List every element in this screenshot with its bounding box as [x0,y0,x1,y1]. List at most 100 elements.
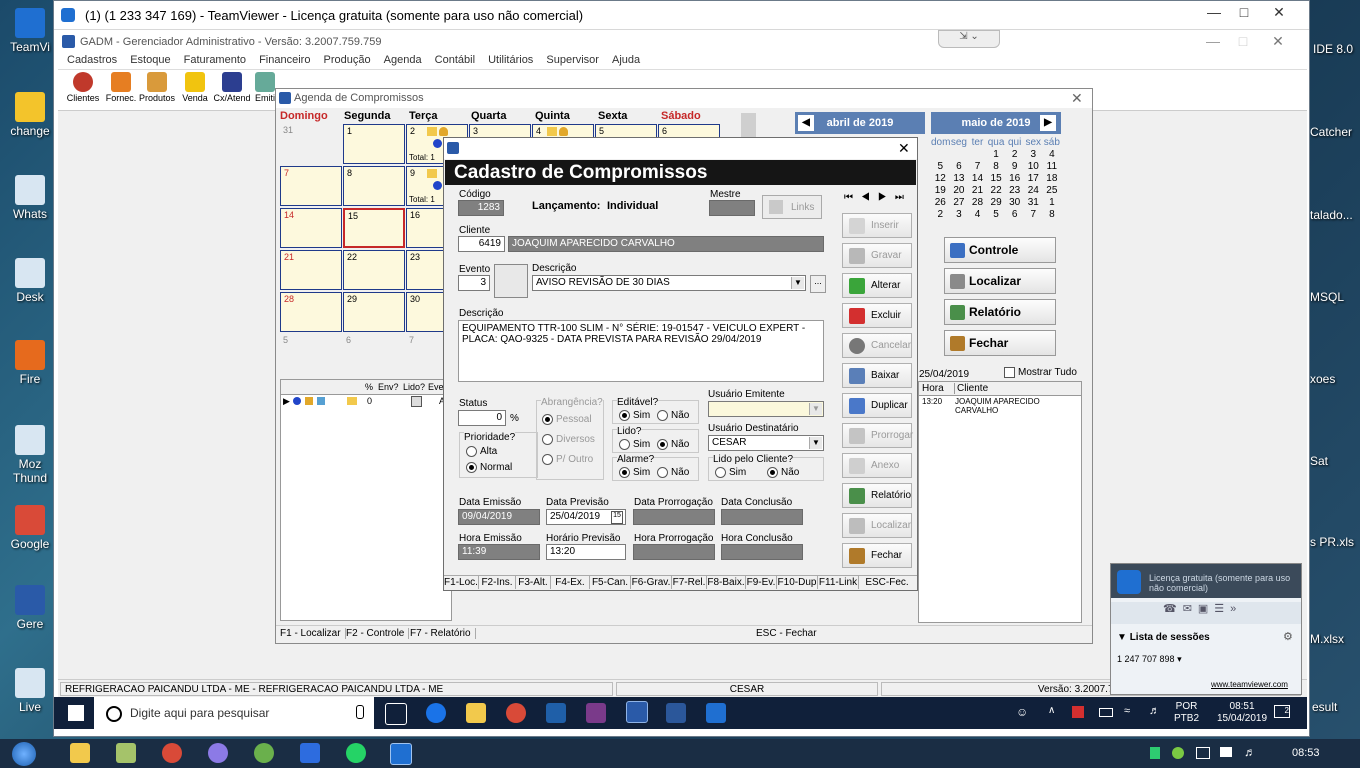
tray-shield-icon[interactable] [1150,747,1160,759]
calendar-day[interactable]: 5 [280,334,342,374]
lido-cliente-nao-radio[interactable]: Não [767,467,799,478]
mini-calendar-week[interactable]: 12 13 14 15 16 17 18 [931,173,1061,184]
wifi-icon[interactable]: ≈ [1124,705,1130,717]
alterar-button[interactable]: Alterar [842,273,912,298]
files-icon[interactable] [116,743,136,763]
menu-estoque[interactable]: Estoque [130,54,170,66]
gear-icon[interactable]: ⚙ [1283,630,1293,643]
descricao-evento-browse-button[interactable]: ... [810,275,826,293]
excluir-button[interactable]: Excluir [842,303,912,328]
desktop-icon-teamviewer[interactable]: TeamVi [2,8,58,54]
outlook-icon[interactable] [546,703,566,723]
mini-calendar-week[interactable]: 1234 [931,149,1061,160]
clock[interactable]: 08:51 15/04/2019 [1217,701,1267,725]
word-icon[interactable] [666,703,686,723]
app-icon[interactable] [586,703,606,723]
session-item[interactable]: 1 247 707 898 ▾ [1117,654,1182,665]
mini-calendar-week[interactable]: 2345678 [931,209,1061,220]
explorer-icon[interactable] [70,743,90,763]
relatorio-button[interactable]: Relatório [944,299,1056,325]
tray-app-icon[interactable] [1072,706,1084,718]
desktop-icon-whatsapp[interactable]: Whats [2,175,58,221]
abrangencia-pessoal-radio[interactable]: Pessoal [542,414,592,425]
gravar-button[interactable]: Gravar [842,243,912,268]
tray-volume-icon[interactable]: ♬ [1244,745,1256,759]
toolbar-fornec-button[interactable]: Fornec. [102,72,140,103]
task-view-icon[interactable] [385,703,407,725]
chrome-icon[interactable] [162,743,182,763]
microphone-icon[interactable] [356,705,364,719]
menu-utilitarios[interactable]: Utilitários [488,54,533,66]
data-previsao-field[interactable]: 25/04/2019 15 [546,509,626,525]
desktop-icon-thunderbird[interactable]: Moz Thund [2,425,58,485]
desktop-icon-google[interactable]: Google [2,505,58,551]
duplicar-button[interactable]: Duplicar [842,393,912,418]
menu-producao[interactable]: Produção [324,54,371,66]
desktop-icon-gere[interactable]: Gere [2,585,58,631]
descricao-textarea[interactable]: EQUIPAMENTO TTR-100 SLIM - N° SÉRIE: 19-… [458,320,824,382]
agenda-close-button[interactable]: ✕ [1071,90,1083,107]
calendar-day[interactable]: 6 [343,334,405,374]
toolbar-produtos-button[interactable]: Produtos [138,72,176,103]
maximize-button[interactable]: □ [1229,1,1259,23]
first-record-button[interactable]: ⏮ [844,192,861,203]
cancelar-button[interactable]: Cancelar [842,333,912,358]
calendar-day[interactable]: 21 [280,250,342,290]
toolbar-venda-button[interactable]: Venda [176,72,214,103]
calendar-day[interactable]: 8 [343,166,405,206]
inserir-button[interactable]: Inserir [842,213,912,238]
prorrogar-button[interactable]: Prorrogar [842,423,913,448]
close-button[interactable]: ✕ [1264,1,1294,23]
tv-session-toolbar[interactable]: ⇲ ⌄ [938,30,1000,48]
localizar-button[interactable]: Localizar [944,268,1056,294]
app-icon[interactable] [300,743,320,763]
editavel-sim-radio[interactable]: Sim [619,410,650,421]
last-record-button[interactable]: ⏭ [895,192,912,203]
calendar-day[interactable]: 14 [280,208,342,248]
people-icon[interactable]: ☺ [1016,705,1028,719]
next-month-button[interactable]: ▶ [1040,115,1056,131]
tray-app-icon[interactable] [1172,747,1184,759]
tray-monitor-icon[interactable] [1196,747,1210,759]
descricao-evento-select[interactable]: AVISO REVISÃO DE 30 DIAS ▼ [532,275,806,291]
gadm-maximize-button[interactable]: □ [1228,30,1258,52]
menu-financeiro[interactable]: Financeiro [259,54,310,66]
calendar-day[interactable]: 28 [280,292,342,332]
fechar-button[interactable]: Fechar [944,330,1056,356]
battery-icon[interactable] [1099,708,1113,717]
calendar-day[interactable]: 7 [280,166,342,206]
teamviewer-taskbar-icon[interactable] [390,743,412,765]
menu-cadastros[interactable]: Cadastros [67,54,117,66]
prioridade-normal-radio[interactable]: Normal [466,462,512,473]
app-icon[interactable] [254,743,274,763]
prev-month-button[interactable]: ◀ [798,115,814,131]
whatsapp-icon[interactable] [346,743,366,763]
localizar-side-button[interactable]: Localizar [842,513,912,538]
desktop-icon-live[interactable]: Live [2,668,58,714]
lido-nao-radio[interactable]: Não [657,439,689,450]
gadm-taskbar-icon[interactable] [626,701,648,723]
baixar-button[interactable]: Baixar [842,363,912,388]
calendar-picker-icon[interactable]: 15 [611,511,623,524]
gadm-close-button[interactable]: ✕ [1263,30,1293,52]
calendar-day[interactable]: 22 [343,250,405,290]
next-record-button[interactable]: ▶ [878,192,895,203]
horario-previsao-field[interactable]: 13:20 [546,544,626,560]
edge-icon[interactable] [426,703,446,723]
tray-chevron-icon[interactable]: ∧ [1048,705,1055,716]
volume-icon[interactable]: ♬ [1149,705,1160,717]
menu-ajuda[interactable]: Ajuda [612,54,640,66]
checkbox[interactable] [411,396,422,407]
teamviewer-link[interactable]: www.teamviewer.com [1211,680,1288,689]
abrangencia-outro-radio[interactable]: P/ Outro [542,454,593,465]
outer-clock[interactable]: 08:53 [1292,747,1320,759]
abrangencia-diversos-radio[interactable]: Diversos [542,434,595,445]
language-indicator[interactable]: POR PTB2 [1174,701,1199,725]
teamviewer-taskbar-icon[interactable] [706,703,726,723]
menu-supervisor[interactable]: Supervisor [546,54,599,66]
desktop-icon-desk[interactable]: Desk [2,258,58,304]
file-explorer-icon[interactable] [466,703,486,723]
evento-field[interactable]: 3 [458,275,490,291]
calendar-day[interactable]: 1 [343,124,405,164]
toolbar-clientes-button[interactable]: Clientes [64,72,102,103]
